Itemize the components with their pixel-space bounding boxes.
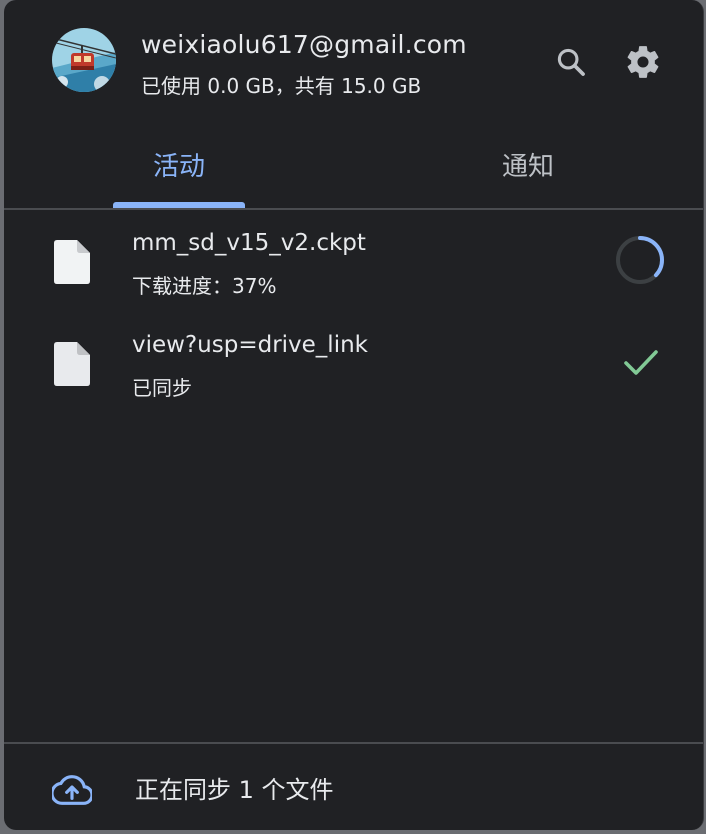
tab-notifications[interactable]: 通知	[464, 120, 592, 208]
storage-usage: 已使用 0.0 GB，共有 15.0 GB	[141, 74, 422, 98]
sync-status-text: 正在同步 1 个文件	[135, 776, 334, 804]
checkmark-icon	[624, 350, 658, 375]
tab-activity[interactable]: 活动	[113, 120, 245, 208]
list-item[interactable]: mm_sd_v15_v2.ckpt 下载进度：37%	[4, 210, 703, 312]
tab-bar: 活动 通知	[4, 120, 703, 208]
file-icon	[54, 342, 90, 386]
avatar[interactable]	[52, 28, 116, 92]
account-header: weixiaolu617@gmail.com 已使用 0.0 GB，共有 15.…	[4, 0, 703, 120]
progress-spinner-icon	[616, 236, 664, 284]
cloud-upload-icon	[52, 775, 92, 805]
gear-icon	[627, 46, 659, 78]
drive-sync-popup: weixiaolu617@gmail.com 已使用 0.0 GB，共有 15.…	[4, 0, 704, 830]
file-icon	[54, 240, 90, 284]
file-name: view?usp=drive_link	[132, 332, 368, 358]
settings-button[interactable]	[621, 40, 665, 84]
list-item[interactable]: view?usp=drive_link 已同步	[4, 312, 703, 414]
download-progress-text: 下载进度：37%	[132, 274, 277, 298]
file-name: mm_sd_v15_v2.ckpt	[132, 230, 366, 256]
search-icon	[557, 48, 585, 76]
sync-status-footer[interactable]: 正在同步 1 个文件	[4, 744, 703, 830]
search-button[interactable]	[549, 40, 593, 84]
sync-status-text: 已同步	[132, 376, 192, 400]
account-email: weixiaolu617@gmail.com	[141, 30, 467, 59]
